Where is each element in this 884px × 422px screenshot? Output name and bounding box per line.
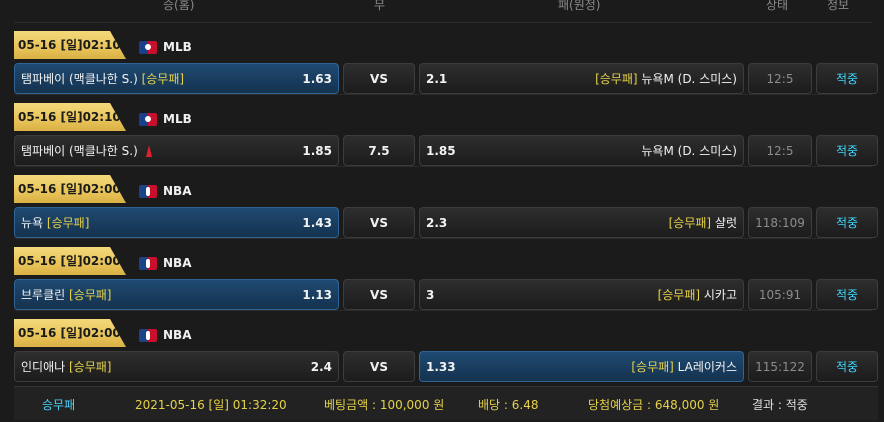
away-team: [승무패] 샬럿 bbox=[668, 216, 737, 230]
home-odds: 1.43 bbox=[302, 215, 332, 230]
bet-type-tag: [승무패] bbox=[657, 288, 701, 302]
result-button[interactable]: 적중 bbox=[816, 63, 878, 94]
home-odds-button[interactable]: 인디애나 [승무패] 2.4 bbox=[14, 351, 339, 382]
home-odds: 1.85 bbox=[302, 143, 332, 158]
away-odds-button[interactable]: 3 [승무패] 시카고 bbox=[419, 279, 744, 310]
game-row: 05-16 [일]02:00 NBA 브루클린 [승무패] 1.13 VS 3 … bbox=[0, 238, 884, 310]
game-date: 05-16 [일]02:10 bbox=[14, 103, 126, 131]
league-name: MLB bbox=[163, 112, 192, 126]
away-odds: 2.1 bbox=[426, 71, 448, 86]
away-odds-button[interactable]: 2.3 [승무패] 샬럿 bbox=[419, 207, 744, 238]
league: NBA bbox=[139, 183, 191, 199]
game-score: 115:122 bbox=[748, 351, 812, 382]
home-odds-button[interactable]: 탬파베이 (맥클나한 S.) 1.85 bbox=[14, 135, 339, 166]
result-button[interactable]: 적중 bbox=[816, 279, 878, 310]
nba-logo-icon bbox=[139, 184, 157, 198]
game-row: 05-16 [일]02:10 MLB 탬파베이 (맥클나한 S.) 1.85 7… bbox=[0, 94, 884, 166]
expected-win: 당첨예상금 : 648,000 원 bbox=[588, 398, 720, 412]
away-odds: 1.85 bbox=[426, 143, 456, 158]
league-name: NBA bbox=[163, 328, 192, 342]
nba-logo-icon bbox=[139, 328, 157, 342]
draw-odds-button[interactable]: VS bbox=[343, 279, 415, 310]
game-row: 05-16 [일]02:00 NBA 뉴욕 [승무패] 1.43 VS 2.3 … bbox=[0, 166, 884, 238]
away-odds-button[interactable]: 2.1 [승무패] 뉴욕M (D. 스미스) bbox=[419, 63, 744, 94]
header-draw: 무 bbox=[374, 0, 386, 12]
game-score: 12:5 bbox=[748, 63, 812, 94]
header-info: 정보 bbox=[827, 0, 850, 12]
bet-type-tag: [승무패] bbox=[46, 216, 90, 230]
home-team: 탬파베이 (맥클나한 S.) [승무패] bbox=[21, 72, 185, 86]
header-lose: 패(원정) bbox=[558, 0, 601, 12]
league: MLB bbox=[139, 111, 192, 127]
away-odds: 3 bbox=[426, 287, 435, 302]
away-team: [승무패] 시카고 bbox=[657, 288, 737, 302]
away-team: [승무패] LA레이커스 bbox=[631, 360, 737, 374]
game-score: 105:91 bbox=[748, 279, 812, 310]
away-odds-button[interactable]: 1.85 뉴욕M (D. 스미스) bbox=[419, 135, 744, 166]
bet-type-tag: [승무패] bbox=[668, 216, 712, 230]
bet-summary-bar: 승무패 2021-05-16 [일] 01:32:20 베팅금액 : 100,0… bbox=[14, 386, 878, 420]
home-team: 뉴욕 [승무패] bbox=[21, 216, 90, 230]
bet-type-tag: [승무패] bbox=[141, 72, 185, 86]
bet-type-tag: [승무패] bbox=[595, 72, 638, 86]
game-date: 05-16 [일]02:10 bbox=[14, 31, 126, 59]
home-odds-button[interactable]: 뉴욕 [승무패] 1.43 bbox=[14, 207, 339, 238]
away-odds-button[interactable]: 1.33 [승무패] LA레이커스 bbox=[419, 351, 744, 382]
draw-odds-button[interactable]: VS bbox=[343, 207, 415, 238]
mlb-logo-icon bbox=[139, 112, 157, 126]
red-up-arrow-icon bbox=[145, 144, 152, 157]
game-score: 12:5 bbox=[748, 135, 812, 166]
nba-logo-icon bbox=[139, 256, 157, 270]
bet-type-tag: [승무패] bbox=[69, 288, 112, 302]
draw-odds-button[interactable]: VS bbox=[343, 63, 415, 94]
handicap-line-button[interactable]: 7.5 bbox=[343, 135, 415, 166]
home-odds: 1.63 bbox=[302, 71, 332, 86]
away-team: [승무패] 뉴욕M (D. 스미스) bbox=[595, 72, 737, 86]
home-odds-button[interactable]: 브루클린 [승무패] 1.13 bbox=[14, 279, 339, 310]
game-date: 05-16 [일]02:00 bbox=[14, 319, 126, 347]
league-name: MLB bbox=[163, 40, 192, 54]
total-odds: 배당 : 6.48 bbox=[478, 398, 539, 412]
mlb-logo-icon bbox=[139, 40, 157, 54]
league: NBA bbox=[139, 255, 191, 271]
home-team: 브루클린 [승무패] bbox=[21, 288, 112, 302]
league: MLB bbox=[139, 39, 192, 55]
bet-type: 승무패 bbox=[42, 398, 76, 412]
away-odds: 1.33 bbox=[426, 359, 456, 374]
league-name: NBA bbox=[163, 184, 192, 198]
game-score: 118:109 bbox=[748, 207, 812, 238]
home-odds-button[interactable]: 탬파베이 (맥클나한 S.) [승무패] 1.63 bbox=[14, 63, 339, 94]
game-row: 05-16 [일]02:10 MLB 탬파베이 (맥클나한 S.) [승무패] … bbox=[0, 22, 884, 94]
away-odds: 2.3 bbox=[426, 215, 448, 230]
header-status: 상태 bbox=[766, 0, 789, 12]
header-win: 승(홈) bbox=[163, 0, 195, 12]
home-odds: 2.4 bbox=[310, 359, 332, 374]
result-button[interactable]: 적중 bbox=[816, 207, 878, 238]
league: NBA bbox=[139, 327, 191, 343]
bet-type-tag: [승무패] bbox=[69, 360, 112, 374]
game-date: 05-16 [일]02:00 bbox=[14, 175, 126, 203]
game-date: 05-16 [일]02:00 bbox=[14, 247, 126, 275]
bet-type-tag: [승무패] bbox=[631, 360, 674, 374]
away-team: 뉴욕M (D. 스미스) bbox=[641, 144, 737, 158]
bet-datetime: 2021-05-16 [일] 01:32:20 bbox=[135, 398, 287, 412]
bet-result: 결과 : 적중 bbox=[752, 398, 808, 412]
home-team: 인디애나 [승무패] bbox=[21, 360, 112, 374]
home-team: 탬파베이 (맥클나한 S.) bbox=[21, 144, 138, 158]
result-button[interactable]: 적중 bbox=[816, 135, 878, 166]
game-row: 05-16 [일]02:00 NBA 인디애나 [승무패] 2.4 VS 1.3… bbox=[0, 310, 884, 382]
result-button[interactable]: 적중 bbox=[816, 351, 878, 382]
bet-amount: 베팅금액 : 100,000 원 bbox=[324, 398, 445, 412]
home-odds: 1.13 bbox=[302, 287, 332, 302]
table-header: 승(홈) 무 패(원정) 상태 정보 bbox=[0, 0, 884, 14]
draw-odds-button[interactable]: VS bbox=[343, 351, 415, 382]
league-name: NBA bbox=[163, 256, 192, 270]
